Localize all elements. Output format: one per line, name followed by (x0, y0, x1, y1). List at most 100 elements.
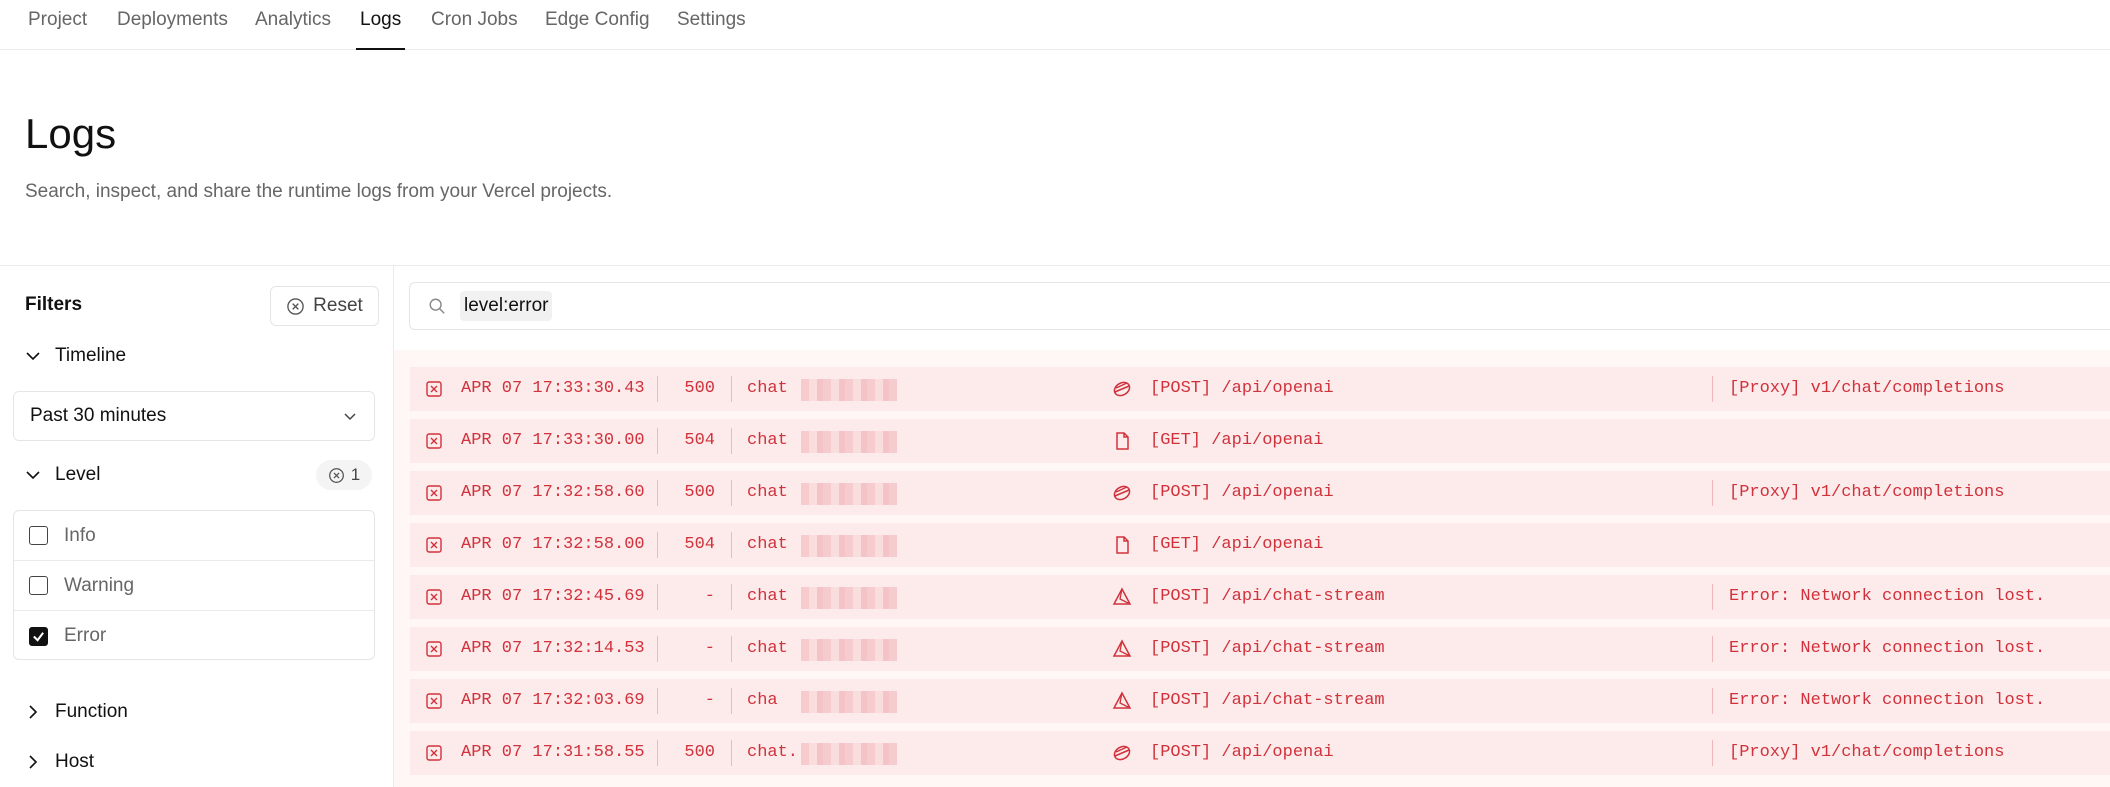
search-query-chip[interactable]: level:error (460, 291, 553, 321)
checkbox-checked[interactable] (29, 626, 48, 646)
log-row[interactable]: APR 07 17:31:58.55 500 chat. [POST] /api/op… (410, 731, 2110, 775)
level-option-label: Warning (64, 574, 135, 596)
level-option-error[interactable]: Error (14, 611, 374, 659)
log-host: chat (747, 379, 788, 398)
level-option-info[interactable]: Info (14, 511, 374, 561)
level-option-label: Info (64, 524, 96, 546)
level-section-toggle[interactable]: Level (25, 460, 100, 490)
column-separator (731, 428, 732, 454)
tab-project[interactable]: Project (28, 0, 87, 50)
reset-button[interactable]: Reset (270, 286, 379, 326)
log-host: chat (747, 483, 788, 502)
log-request: [POST] /api/openai (1150, 379, 1334, 398)
log-request: [POST] /api/chat-stream (1150, 587, 1385, 606)
clear-circle-icon (328, 467, 344, 483)
log-row[interactable]: APR 07 17:33:30.43 500 chat [POST] /api/ope… (410, 367, 2110, 411)
redacted-host (801, 639, 897, 661)
column-separator (657, 688, 658, 714)
log-message: Error: Network connection lost. (1729, 587, 2046, 606)
log-message: Error: Network connection lost. (1729, 639, 2046, 658)
level-count: 1 (350, 465, 361, 484)
proxy-icon (1112, 379, 1132, 399)
log-message: [Proxy] v1/chat/completions (1729, 743, 2005, 762)
clear-circle-icon (287, 297, 304, 315)
top-nav: Project Deployments Analytics Logs Cron … (0, 0, 2110, 50)
level-option-label: Error (64, 625, 107, 646)
log-time: APR 07 17:33:30.43 (461, 379, 645, 398)
column-separator (731, 532, 732, 558)
error-icon (426, 745, 442, 761)
search-input[interactable]: level:error (409, 282, 2110, 330)
log-row[interactable]: APR 07 17:32:14.53 - chat [POST] /api/chat-… (410, 627, 2110, 671)
tab-edge-config[interactable]: Edge Config (545, 0, 650, 50)
column-separator (657, 532, 658, 558)
log-request: [POST] /api/openai (1150, 743, 1334, 762)
error-icon (426, 485, 442, 501)
redacted-host (801, 535, 897, 557)
function-section-toggle[interactable]: Function (25, 697, 128, 727)
tab-deployments[interactable]: Deployments (117, 0, 228, 50)
redacted-host (801, 587, 897, 609)
checkbox[interactable] (29, 526, 48, 545)
level-filter-count-badge[interactable]: 1 (316, 460, 372, 490)
log-request: [GET] /api/openai (1150, 431, 1324, 450)
edge-function-icon (1112, 691, 1132, 711)
redacted-host (801, 691, 897, 713)
log-message: Error: Network connection lost. (1729, 691, 2046, 710)
level-label: Level (55, 464, 101, 485)
log-status: 504 (684, 431, 715, 450)
chevron-down-icon (344, 413, 356, 421)
reset-label: Reset (313, 295, 363, 316)
log-host: chat (747, 431, 788, 450)
tab-analytics[interactable]: Analytics (255, 0, 331, 50)
level-option-warning[interactable]: Warning (14, 561, 374, 611)
log-status: 500 (684, 743, 715, 762)
checkbox[interactable] (29, 576, 48, 595)
log-row[interactable]: APR 07 17:33:30.00 504 chat [GET] /api/open… (410, 419, 2110, 463)
file-icon (1112, 535, 1132, 555)
tab-cron-jobs[interactable]: Cron Jobs (431, 0, 518, 50)
log-row[interactable]: APR 07 17:32:45.69 - chat [POST] /api/chat-… (410, 575, 2110, 619)
host-section-toggle[interactable]: Host (25, 747, 94, 777)
redacted-host (801, 431, 897, 453)
log-row[interactable]: APR 07 17:32:03.69 - cha [POST] /api/chat-s… (410, 679, 2110, 723)
error-icon (426, 641, 442, 657)
column-separator (731, 688, 732, 714)
redacted-host (801, 379, 897, 401)
log-time: APR 07 17:32:14.53 (461, 639, 645, 658)
log-status: - (704, 639, 715, 658)
log-status: 500 (684, 379, 715, 398)
proxy-icon (1112, 483, 1132, 503)
log-row[interactable]: APR 07 17:32:58.00 504 chat [GET] /api/open… (410, 523, 2110, 567)
timeline-select[interactable]: Past 30 minutes (13, 391, 375, 441)
tab-settings[interactable]: Settings (677, 0, 746, 50)
timeline-value: Past 30 minutes (30, 405, 167, 426)
log-host: cha (747, 691, 778, 710)
column-separator (657, 636, 658, 662)
column-separator (731, 584, 732, 610)
level-options: Info Warning Error (13, 510, 375, 660)
redacted-host (801, 743, 897, 765)
log-request: [GET] /api/openai (1150, 535, 1324, 554)
timeline-section-toggle[interactable]: Timeline (25, 341, 126, 371)
log-time: APR 07 17:33:30.00 (461, 431, 645, 450)
file-icon (1112, 431, 1132, 451)
chevron-right-icon (29, 755, 38, 769)
log-request: [POST] /api/chat-stream (1150, 639, 1385, 658)
tab-logs[interactable]: Logs (355, 0, 406, 50)
log-row[interactable]: APR 07 17:32:58.60 500 chat [POST] /api/ope… (410, 471, 2110, 515)
column-separator (1712, 688, 1713, 714)
filters-title: Filters (25, 294, 83, 315)
column-separator (657, 584, 658, 610)
column-separator (731, 376, 732, 402)
log-status: 504 (684, 535, 715, 554)
edge-function-icon (1112, 639, 1132, 659)
page-subtitle: Search, inspect, and share the runtime l… (25, 181, 613, 202)
filters-sidebar: Filters Reset Timeline Past 30 minutes L… (0, 266, 394, 787)
log-list: APR 07 17:33:30.43 500 chat [POST] /api/ope… (394, 350, 2110, 787)
column-separator (731, 740, 732, 766)
column-separator (657, 428, 658, 454)
column-separator (1712, 376, 1713, 402)
log-time: APR 07 17:32:03.69 (461, 691, 645, 710)
error-icon (426, 433, 442, 449)
